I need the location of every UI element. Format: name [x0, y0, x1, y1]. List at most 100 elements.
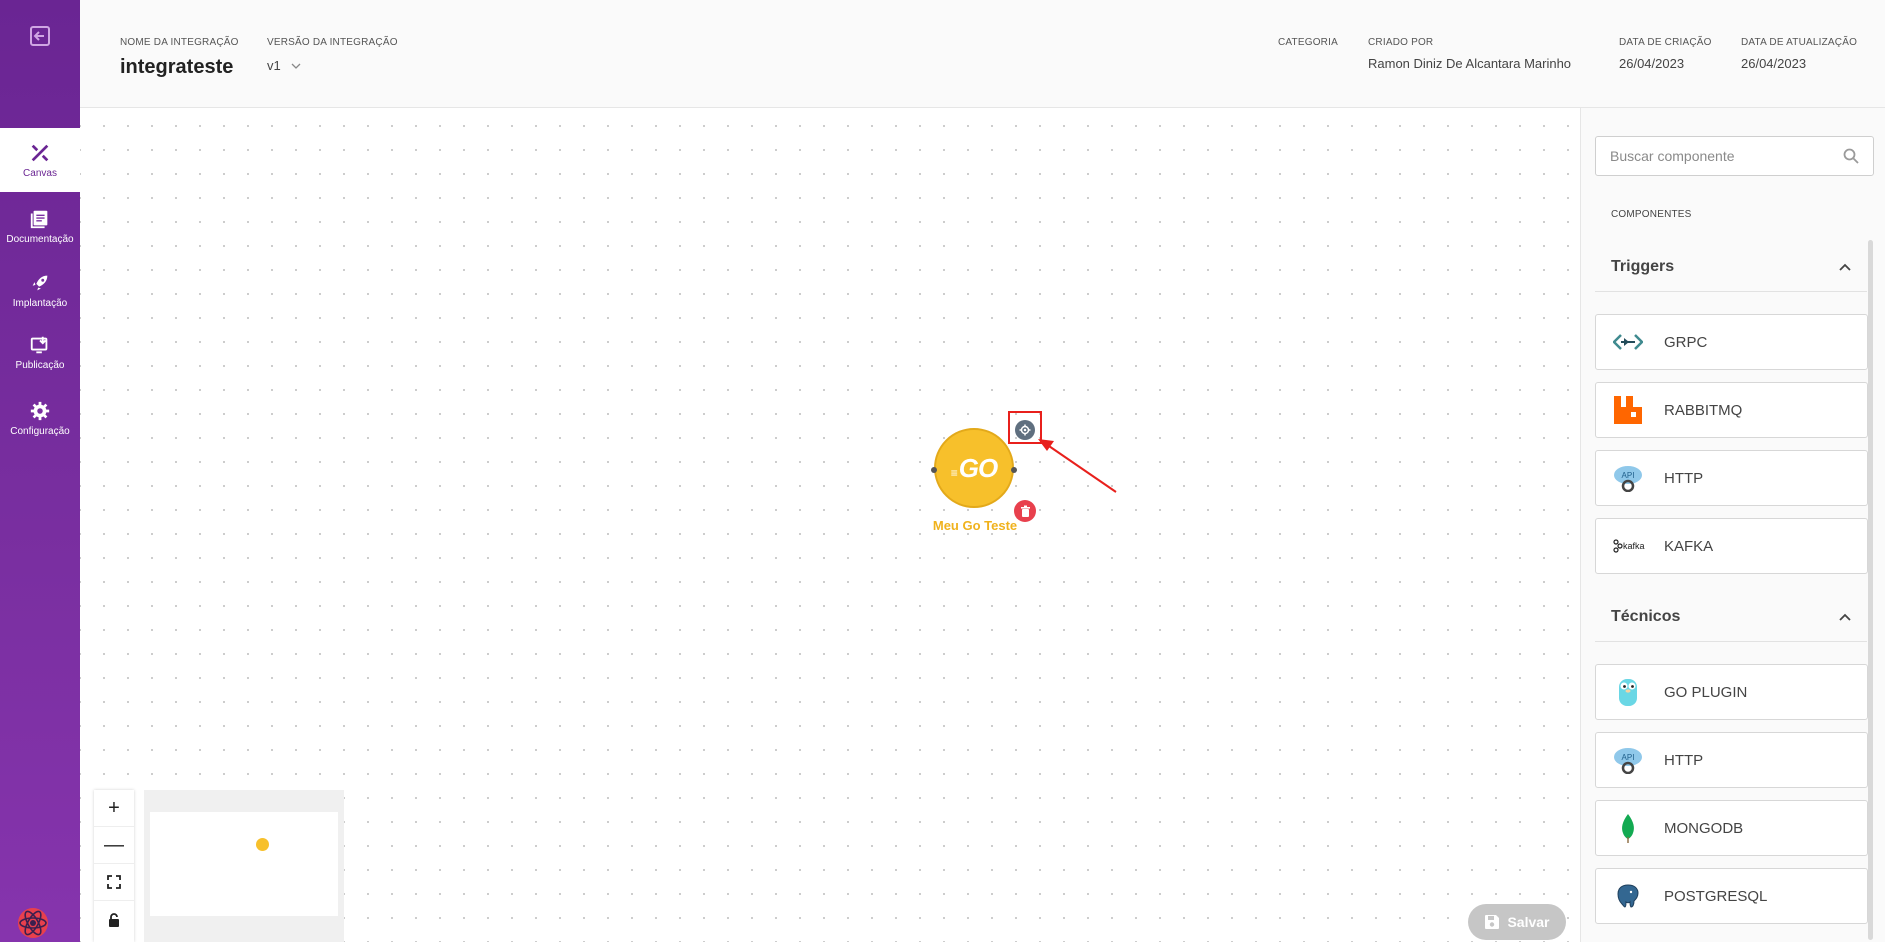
component-http-trigger[interactable]: API HTTP	[1595, 450, 1868, 506]
publish-icon	[30, 336, 48, 353]
node-label: Meu Go Teste	[932, 518, 1018, 533]
postgresql-elephant-icon	[1612, 880, 1644, 912]
mongodb-leaf-icon	[1612, 812, 1644, 844]
version-value: v1	[267, 58, 281, 73]
lock-button[interactable]	[94, 901, 134, 938]
chevron-down-icon	[291, 63, 301, 69]
rocket-icon	[32, 275, 48, 290]
tools-icon	[31, 144, 49, 161]
input-port[interactable]	[931, 467, 937, 473]
app-logo-icon	[18, 908, 48, 938]
app-window: Canvas Documentação Implantação Publicaç…	[0, 0, 1885, 942]
output-port[interactable]	[1011, 467, 1017, 473]
updated-date-field: DATA DE ATUALIZAÇÃO 26/04/2023	[1741, 37, 1857, 71]
component-postgresql[interactable]: POSTGRESQL	[1595, 868, 1868, 924]
created-by-value: Ramon Diniz De Alcantara Marinho	[1368, 56, 1572, 71]
sidebar-item-canvas[interactable]: Canvas	[0, 128, 80, 192]
category-field: CATEGORIA	[1278, 37, 1338, 56]
created-by-field: CRIADO POR Ramon Diniz De Alcantara Mari…	[1368, 37, 1571, 71]
component-http-technical[interactable]: API HTTP	[1595, 732, 1868, 788]
component-label: HTTP	[1664, 469, 1704, 487]
updated-date-value: 26/04/2023	[1741, 56, 1807, 71]
chevron-up-icon	[1839, 613, 1851, 621]
version-select[interactable]: v1	[267, 58, 398, 73]
node-delete-button[interactable]	[1014, 500, 1036, 522]
save-button[interactable]: Salvar	[1468, 904, 1566, 940]
section-title: Triggers	[1611, 257, 1675, 275]
sidebar-item-implantacao[interactable]: Implantação	[0, 258, 80, 322]
sidebar-item-label: Configuração	[10, 425, 70, 437]
integration-version-field: VERSÃO DA INTEGRAÇÃO v1	[267, 37, 398, 73]
go-logo: ≡GO	[950, 452, 998, 483]
canvas-controls: + —	[94, 790, 134, 942]
component-label: KAFKA	[1664, 537, 1714, 555]
sidebar-item-label: Documentação	[6, 233, 74, 245]
integration-name-label: NOME DA INTEGRAÇÃO	[120, 37, 239, 48]
rabbitmq-icon	[1612, 394, 1644, 426]
section-title: Técnicos	[1611, 607, 1681, 625]
fit-view-button[interactable]	[94, 864, 134, 901]
integration-header: NOME DA INTEGRAÇÃO integrateste VERSÃO D…	[80, 0, 1885, 108]
sidebar-item-label: Implantação	[12, 297, 68, 309]
component-search	[1595, 136, 1874, 176]
lock-icon	[109, 912, 119, 927]
chevron-up-icon	[1839, 263, 1851, 271]
created-date-label: DATA DE CRIAÇÃO	[1619, 37, 1712, 48]
created-date-field: DATA DE CRIAÇÃO 26/04/2023	[1619, 37, 1712, 71]
created-by-label: CRIADO POR	[1368, 37, 1434, 48]
component-label: HTTP	[1664, 751, 1704, 769]
exit-button[interactable]	[0, 0, 80, 72]
floppy-disk-icon	[1485, 915, 1500, 929]
integration-name-value: integrateste	[120, 56, 234, 78]
panel-scrollbar[interactable]	[1868, 240, 1873, 940]
fit-view-icon	[107, 875, 121, 889]
section-tecnicos[interactable]: Técnicos	[1595, 592, 1867, 642]
component-label: POSTGRESQL	[1664, 887, 1768, 905]
svg-text:API: API	[1622, 753, 1635, 762]
minimap-viewport	[150, 812, 338, 916]
sidebar-item-label: Publicação	[15, 359, 65, 371]
created-date-value: 26/04/2023	[1619, 56, 1685, 71]
save-button-label: Salvar	[1507, 914, 1550, 930]
search-input[interactable]	[1610, 148, 1843, 164]
integration-version-label: VERSÃO DA INTEGRAÇÃO	[267, 37, 398, 48]
grpc-icon	[1612, 326, 1644, 358]
updated-date-label: DATA DE ATUALIZAÇÃO	[1741, 37, 1858, 48]
minimap[interactable]	[144, 790, 344, 942]
exit-icon	[30, 26, 50, 46]
svg-text:API: API	[1622, 471, 1635, 480]
category-label: CATEGORIA	[1278, 37, 1338, 48]
section-triggers[interactable]: Triggers	[1595, 242, 1867, 292]
sidebar-item-documentacao[interactable]: Documentação	[0, 194, 80, 258]
sidebar-item-publicacao[interactable]: Publicação	[0, 320, 80, 384]
sidebar-item-configuracao[interactable]: Configuração	[0, 386, 80, 450]
kafka-icon: kafka	[1612, 530, 1652, 562]
zoom-out-button[interactable]: —	[94, 827, 134, 864]
go-node[interactable]: ≡GO	[931, 428, 1017, 508]
zoom-in-button[interactable]: +	[94, 790, 134, 827]
annotation-highlight-box	[1008, 411, 1042, 444]
component-mongodb[interactable]: MONGODB	[1595, 800, 1868, 856]
component-label: GRPC	[1664, 333, 1708, 351]
component-label: RABBITMQ	[1664, 401, 1743, 419]
components-panel: COMPONENTES Triggers GRPC	[1580, 108, 1885, 942]
minimap-node	[256, 838, 269, 851]
book-icon	[30, 210, 48, 228]
integration-name-field: NOME DA INTEGRAÇÃO integrateste	[120, 37, 239, 79]
svg-text:kafka: kafka	[1623, 541, 1645, 551]
sidebar: Canvas Documentação Implantação Publicaç…	[0, 0, 80, 942]
component-label: MONGODB	[1664, 819, 1744, 837]
sidebar-item-label: Canvas	[23, 167, 57, 179]
gopher-icon	[1612, 676, 1644, 708]
api-cloud-icon: API	[1612, 462, 1644, 494]
component-kafka[interactable]: kafka KAFKA	[1595, 518, 1868, 574]
component-go-plugin[interactable]: GO PLUGIN	[1595, 664, 1868, 720]
search-icon[interactable]	[1843, 148, 1859, 164]
api-cloud-icon: API	[1612, 744, 1644, 776]
component-grpc[interactable]: GRPC	[1595, 314, 1868, 370]
components-title: COMPONENTES	[1611, 209, 1692, 220]
component-label: GO PLUGIN	[1664, 683, 1748, 701]
component-rabbitmq[interactable]: RABBITMQ	[1595, 382, 1868, 438]
trash-icon	[1020, 505, 1030, 517]
gear-icon	[30, 401, 50, 420]
